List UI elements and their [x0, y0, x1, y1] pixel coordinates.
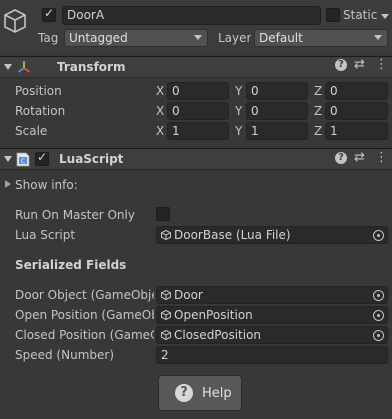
static-checkbox[interactable] [326, 8, 340, 22]
run-on-master-label: Run On Master Only [15, 208, 135, 222]
rotation-y-axis-label[interactable]: Y [235, 104, 242, 118]
object-icon [161, 290, 171, 300]
show-info-label: Show info: [15, 178, 78, 192]
scale-y-axis-label[interactable]: Y [235, 124, 242, 138]
run-on-master-checkbox[interactable] [156, 207, 170, 221]
scale-label: Scale [15, 124, 48, 138]
question-circle-icon[interactable]: ? [335, 152, 347, 164]
position-label: Position [15, 84, 62, 98]
object-name-input[interactable]: DoorA [62, 6, 321, 25]
position-y-input[interactable]: 0 [246, 82, 308, 100]
position-y-axis-label[interactable]: Y [235, 84, 242, 98]
object-picker-icon[interactable] [373, 290, 384, 301]
rotation-z-input[interactable]: 0 [325, 102, 388, 120]
transform-axes-icon [17, 61, 31, 73]
help-button[interactable]: ? Help [158, 375, 242, 411]
object-enabled-checkbox[interactable] [42, 6, 56, 22]
serialized-fields-heading: Serialized Fields [15, 258, 127, 272]
static-label: Static [343, 8, 378, 22]
luascript-enabled-checkbox[interactable] [35, 150, 49, 166]
scale-x-input[interactable]: 1 [167, 122, 229, 140]
tag-dropdown[interactable]: Untagged [64, 29, 208, 47]
closed-position-label: Closed Position (GameObject) [15, 328, 154, 342]
sliders-icon[interactable]: ⇄ [354, 57, 365, 72]
question-circle-icon: ? [175, 384, 193, 402]
scale-z-axis-label[interactable]: Z [314, 124, 322, 138]
position-z-input[interactable]: 0 [325, 82, 388, 100]
rotation-label: Rotation [15, 104, 66, 118]
position-x-input[interactable]: 0 [167, 82, 229, 100]
show-info-foldout[interactable]: Show info: [0, 174, 120, 194]
object-icon [161, 330, 171, 340]
rotation-z-axis-label[interactable]: Z [314, 104, 322, 118]
rotation-y-input[interactable]: 0 [246, 102, 308, 120]
speed-label: Speed (Number) [15, 348, 114, 362]
question-circle-icon[interactable]: ? [335, 59, 347, 71]
object-picker-icon[interactable] [373, 310, 384, 321]
rotation-x-input[interactable]: 0 [167, 102, 229, 120]
cube-icon [4, 9, 26, 33]
object-icon [161, 230, 171, 240]
position-x-axis-label[interactable]: X [156, 84, 164, 98]
help-button-label: Help [202, 386, 232, 401]
speed-input[interactable]: 2 [156, 346, 388, 364]
lua-script-label: Lua Script [15, 228, 76, 242]
object-picker-icon[interactable] [373, 330, 384, 341]
scale-y-input[interactable]: 1 [246, 122, 308, 140]
kebab-menu-icon[interactable]: ⋮ [375, 57, 388, 72]
door-object-field[interactable]: Door [156, 286, 388, 304]
object-icon [161, 310, 171, 320]
scale-z-input[interactable]: 1 [325, 122, 388, 140]
luascript-foldout-triangle[interactable] [4, 156, 12, 162]
door-object-value: Door [174, 288, 203, 302]
chevron-down-icon [194, 35, 202, 40]
layer-dropdown[interactable]: Default [254, 29, 388, 47]
open-position-field[interactable]: OpenPosition [156, 306, 388, 324]
static-dropdown-arrow[interactable] [381, 14, 389, 19]
lua-script-icon: C [16, 152, 30, 167]
tag-label: Tag [38, 31, 59, 45]
triangle-right-icon [5, 180, 11, 188]
rotation-x-axis-label[interactable]: X [156, 104, 164, 118]
layer-label: Layer [218, 31, 252, 45]
kebab-menu-icon[interactable]: ⋮ [375, 150, 388, 165]
open-position-value: OpenPosition [174, 308, 253, 322]
transform-foldout-triangle[interactable] [4, 64, 12, 70]
lua-script-value: DoorBase (Lua File) [174, 228, 291, 242]
open-position-label: Open Position (GameObject) [15, 308, 154, 322]
position-z-axis-label[interactable]: Z [314, 84, 322, 98]
closed-position-value: ClosedPosition [174, 328, 262, 342]
closed-position-field[interactable]: ClosedPosition [156, 326, 388, 344]
tag-dropdown-value: Untagged [69, 31, 128, 45]
chevron-down-icon [374, 35, 382, 40]
svg-text:C: C [21, 158, 25, 165]
object-name-text: DoorA [67, 8, 105, 22]
scale-x-axis-label[interactable]: X [156, 124, 164, 138]
transform-title: Transform [57, 60, 126, 74]
object-picker-icon[interactable] [373, 230, 384, 241]
door-object-label: Door Object (GameObject) [15, 288, 154, 302]
luascript-title: LuaScript [59, 152, 124, 166]
sliders-icon[interactable]: ⇄ [354, 150, 365, 165]
layer-dropdown-value: Default [259, 31, 303, 45]
lua-script-object-field[interactable]: DoorBase (Lua File) [156, 226, 388, 244]
